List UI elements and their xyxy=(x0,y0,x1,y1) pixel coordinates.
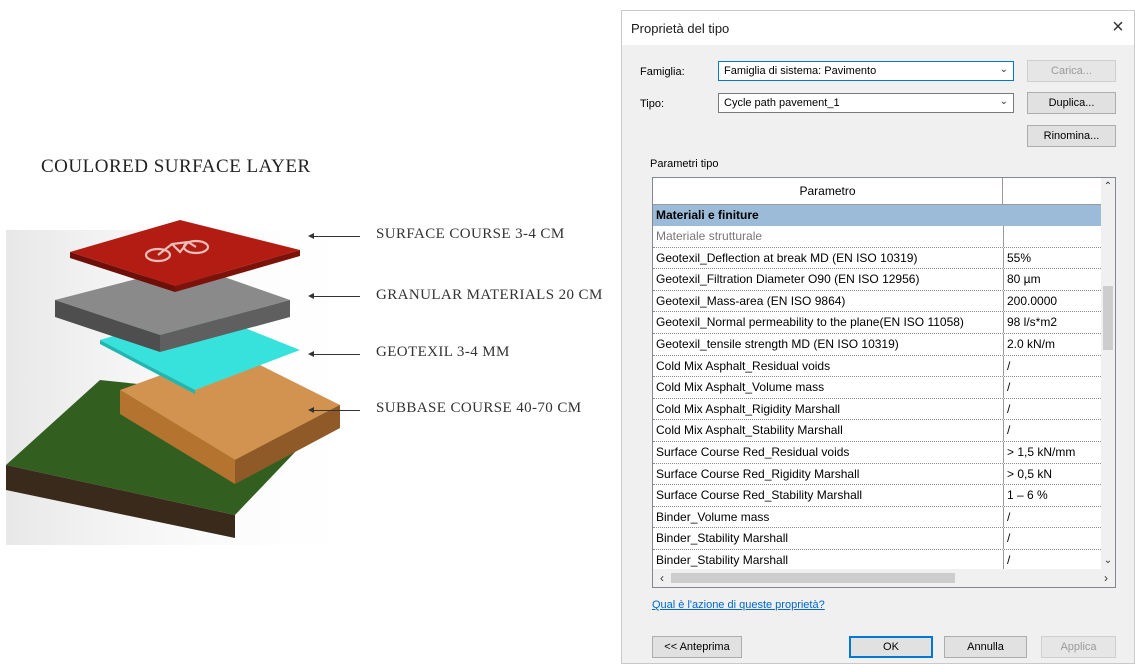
help-link[interactable]: Qual è l'azione di queste proprietà? xyxy=(652,599,825,611)
parameters-grid: Parametro Materiali e finiture Materiale… xyxy=(652,177,1116,588)
apply-button[interactable]: Applica xyxy=(1041,636,1116,658)
group-materials-finishes[interactable]: Materiali e finiture xyxy=(653,205,1101,226)
table-row[interactable]: Geotexil_Deflection at break MD (EN ISO … xyxy=(653,247,1101,270)
chevron-left-icon[interactable]: ‹ xyxy=(655,569,669,587)
type-parameters-label: Parametri tipo xyxy=(650,158,719,170)
table-row[interactable]: Materiale strutturale xyxy=(653,226,1101,248)
rename-button[interactable]: Rinomina... xyxy=(1027,125,1116,147)
horizontal-scroll-thumb[interactable] xyxy=(671,573,955,583)
table-row[interactable]: Geotexil_tensile strength MD (EN ISO 103… xyxy=(653,333,1101,356)
table-row[interactable]: Cold Mix Asphalt_Volume mass / xyxy=(653,377,1101,399)
horizontal-scrollbar[interactable]: ‹ › xyxy=(653,569,1115,587)
table-row[interactable]: Geotexil_Normal permeability to the plan… xyxy=(653,312,1101,334)
family-select-value: Famiglia di sistema: Pavimento xyxy=(724,65,877,77)
table-row[interactable]: Surface Course Red_Stability Marshall 1 –… xyxy=(653,485,1101,507)
arrow-subbase xyxy=(308,407,360,413)
duplicate-button[interactable]: Duplica... xyxy=(1027,92,1116,114)
grid-header: Parametro xyxy=(653,178,1101,205)
vertical-scroll-thumb[interactable] xyxy=(1103,286,1113,350)
table-row[interactable]: Cold Mix Asphalt_Rigidity Marshall / xyxy=(653,398,1101,421)
type-select[interactable]: Cycle path pavement_1 ⌄ xyxy=(718,93,1014,113)
chevron-up-icon[interactable]: ⌃ xyxy=(1101,178,1115,195)
chevron-down-icon: ⌄ xyxy=(999,64,1008,75)
table-row[interactable]: Binder_Stability Marshall / xyxy=(653,528,1101,550)
label-surface-course: SURFACE COURSE 3-4 CM xyxy=(376,226,565,242)
vertical-scrollbar[interactable]: ⌃ ⌄ xyxy=(1101,178,1115,569)
ok-button[interactable]: OK xyxy=(849,636,933,658)
grid-rows: Materiali e finiture Materiale struttura… xyxy=(653,205,1101,572)
dialog-titlebar: Proprietà del tipo × xyxy=(622,11,1134,45)
label-subbase-course: SUBBASE COURSE 40-70 CM xyxy=(376,400,582,416)
table-row[interactable]: Cold Mix Asphalt_Residual voids / xyxy=(653,355,1101,378)
label-geotexil: GEOTEXIL 3-4 MM xyxy=(376,344,510,360)
table-row[interactable]: Surface Course Red_Residual voids > 1,5 k… xyxy=(653,441,1101,464)
preview-button[interactable]: << Anteprima xyxy=(652,636,742,658)
type-properties-dialog: Proprietà del tipo × Famiglia: Famiglia … xyxy=(621,10,1135,664)
type-select-value: Cycle path pavement_1 xyxy=(724,97,840,109)
table-row[interactable]: Geotexil_Mass-area (EN ISO 9864) 200.0000 xyxy=(653,290,1101,313)
family-select[interactable]: Famiglia di sistema: Pavimento ⌄ xyxy=(718,61,1014,81)
table-row[interactable]: Surface Course Red_Rigidity Marshall > 0,… xyxy=(653,463,1101,486)
arrow-surface xyxy=(308,233,360,239)
load-button[interactable]: Carica... xyxy=(1027,60,1116,82)
pavement-illustration: COULORED SURFACE LAYER SURFACE COURSE 3-… xyxy=(0,0,615,664)
layer-stack-drawing xyxy=(6,220,376,545)
chevron-down-icon: ⌄ xyxy=(999,96,1008,107)
cancel-button[interactable]: Annulla xyxy=(944,636,1027,658)
type-label: Tipo: xyxy=(640,98,665,110)
column-header-parameter[interactable]: Parametro xyxy=(653,178,1003,204)
close-icon[interactable]: × xyxy=(1106,16,1130,40)
table-row[interactable]: Geotexil_Filtration Diameter O90 (EN ISO… xyxy=(653,269,1101,291)
family-label: Famiglia: xyxy=(640,66,685,78)
table-row[interactable]: Binder_Volume mass / xyxy=(653,506,1101,529)
dialog-title: Proprietà del tipo xyxy=(631,21,730,36)
chevron-down-icon[interactable]: ⌄ xyxy=(1101,552,1115,569)
table-row[interactable]: Cold Mix Asphalt_Stability Marshall / xyxy=(653,420,1101,442)
illustration-title: COULORED SURFACE LAYER xyxy=(41,156,311,177)
label-granular-materials: GRANULAR MATERIALS 20 CM xyxy=(376,287,603,303)
arrow-geotexil xyxy=(308,351,360,357)
chevron-right-icon[interactable]: › xyxy=(1099,569,1113,587)
arrow-granular xyxy=(308,293,360,299)
